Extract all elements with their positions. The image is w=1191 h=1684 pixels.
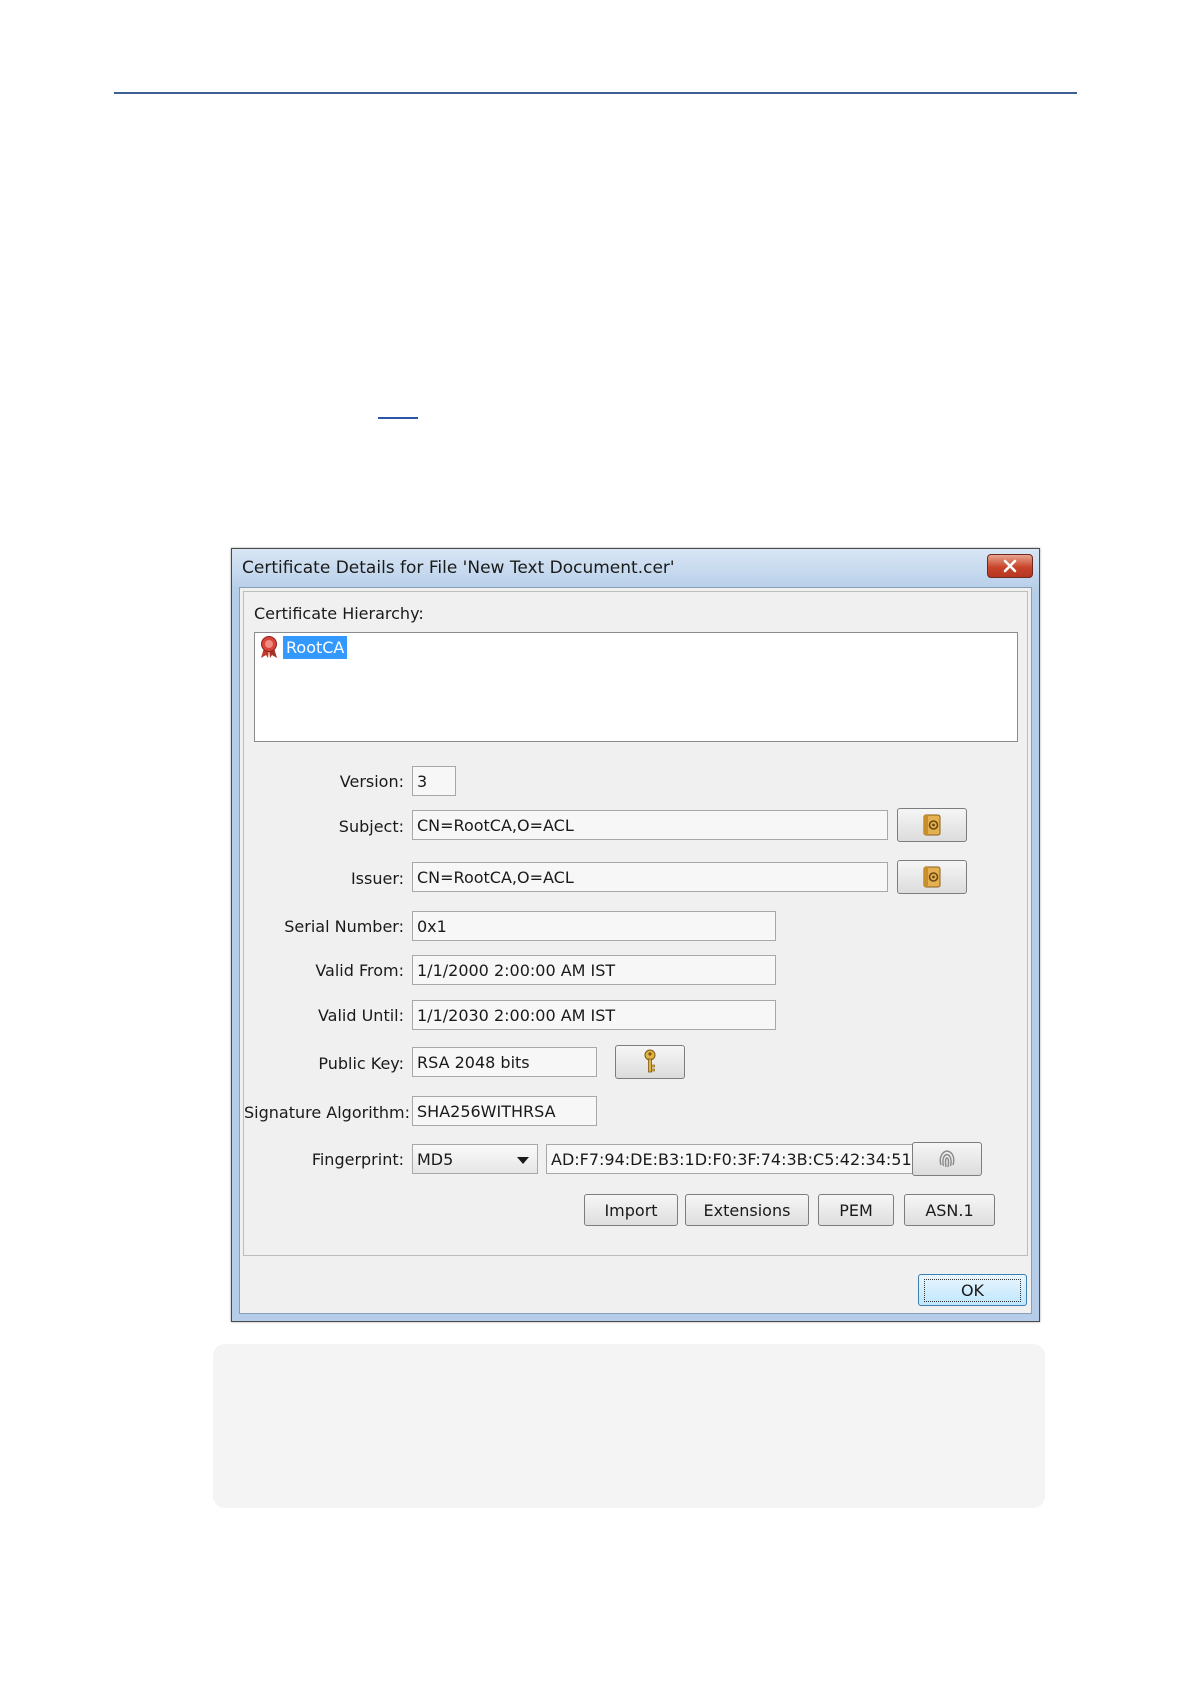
fingerprint-algorithm-value: MD5	[417, 1150, 454, 1169]
public-key-label: Public Key:	[318, 1054, 404, 1073]
public-key-details-button[interactable]	[615, 1045, 685, 1079]
page-header-rule	[114, 92, 1077, 94]
link-underline[interactable]	[378, 417, 418, 419]
hierarchy-label: Certificate Hierarchy:	[254, 604, 424, 623]
asn1-button[interactable]: ASN.1	[904, 1194, 995, 1226]
public-key-field[interactable]: RSA 2048 bits	[412, 1047, 597, 1077]
chevron-down-icon	[517, 1157, 529, 1164]
certificate-details-panel: Certificate Hierarchy: RootCA Version: 3…	[243, 591, 1028, 1256]
fingerprint-icon	[939, 1150, 955, 1168]
tree-item-rootca[interactable]: RootCA	[258, 635, 348, 659]
signature-algorithm-field[interactable]: SHA256WITHRSA	[412, 1096, 597, 1126]
issuer-label: Issuer:	[350, 869, 404, 888]
ok-button-label: OK	[923, 1278, 1022, 1302]
extensions-button[interactable]: Extensions	[685, 1194, 809, 1226]
serial-number-label: Serial Number:	[284, 917, 404, 936]
version-field[interactable]: 3	[412, 766, 456, 796]
close-button[interactable]	[987, 554, 1033, 578]
fingerprint-algorithm-select[interactable]: MD5	[412, 1144, 538, 1174]
version-label: Version:	[339, 772, 404, 791]
close-icon	[1003, 559, 1017, 573]
valid-from-field[interactable]: 1/1/2000 2:00:00 AM IST	[412, 955, 776, 985]
valid-from-label: Valid From:	[315, 961, 404, 980]
fingerprint-copy-button[interactable]	[912, 1142, 982, 1176]
address-book-icon	[923, 814, 941, 836]
fingerprint-label: Fingerprint:	[311, 1150, 404, 1169]
subject-details-button[interactable]	[897, 808, 967, 842]
subject-label: Subject:	[338, 817, 404, 836]
valid-until-label: Valid Until:	[317, 1006, 404, 1025]
window-title: Certificate Details for File 'New Text D…	[242, 558, 675, 578]
title-bar[interactable]: Certificate Details for File 'New Text D…	[232, 549, 1039, 587]
signature-algorithm-label: Signature Algorithm:	[244, 1103, 411, 1122]
pem-button[interactable]: PEM	[818, 1194, 894, 1226]
subject-field[interactable]: CN=RootCA,O=ACL	[412, 810, 888, 840]
certificate-hierarchy-tree[interactable]: RootCA	[254, 632, 1018, 742]
valid-until-field[interactable]: 1/1/2030 2:00:00 AM IST	[412, 1000, 776, 1030]
dialog-client-area: Certificate Hierarchy: RootCA Version: 3…	[239, 587, 1032, 1314]
certificate-ribbon-icon	[261, 636, 277, 658]
certificate-details-dialog: Certificate Details for File 'New Text D…	[231, 548, 1040, 1322]
serial-number-field[interactable]: 0x1	[412, 911, 776, 941]
fingerprint-field[interactable]: AD:F7:94:DE:B3:1D:F0:3F:74:3B:C5:42:34:5…	[546, 1144, 913, 1174]
ok-button[interactable]: OK	[918, 1274, 1027, 1306]
key-icon	[644, 1049, 656, 1073]
import-button[interactable]: Import	[584, 1194, 678, 1226]
note-box	[213, 1344, 1045, 1508]
issuer-field[interactable]: CN=RootCA,O=ACL	[412, 862, 888, 892]
tree-item-label: RootCA	[283, 635, 348, 659]
address-book-icon	[923, 866, 941, 888]
issuer-details-button[interactable]	[897, 860, 967, 894]
